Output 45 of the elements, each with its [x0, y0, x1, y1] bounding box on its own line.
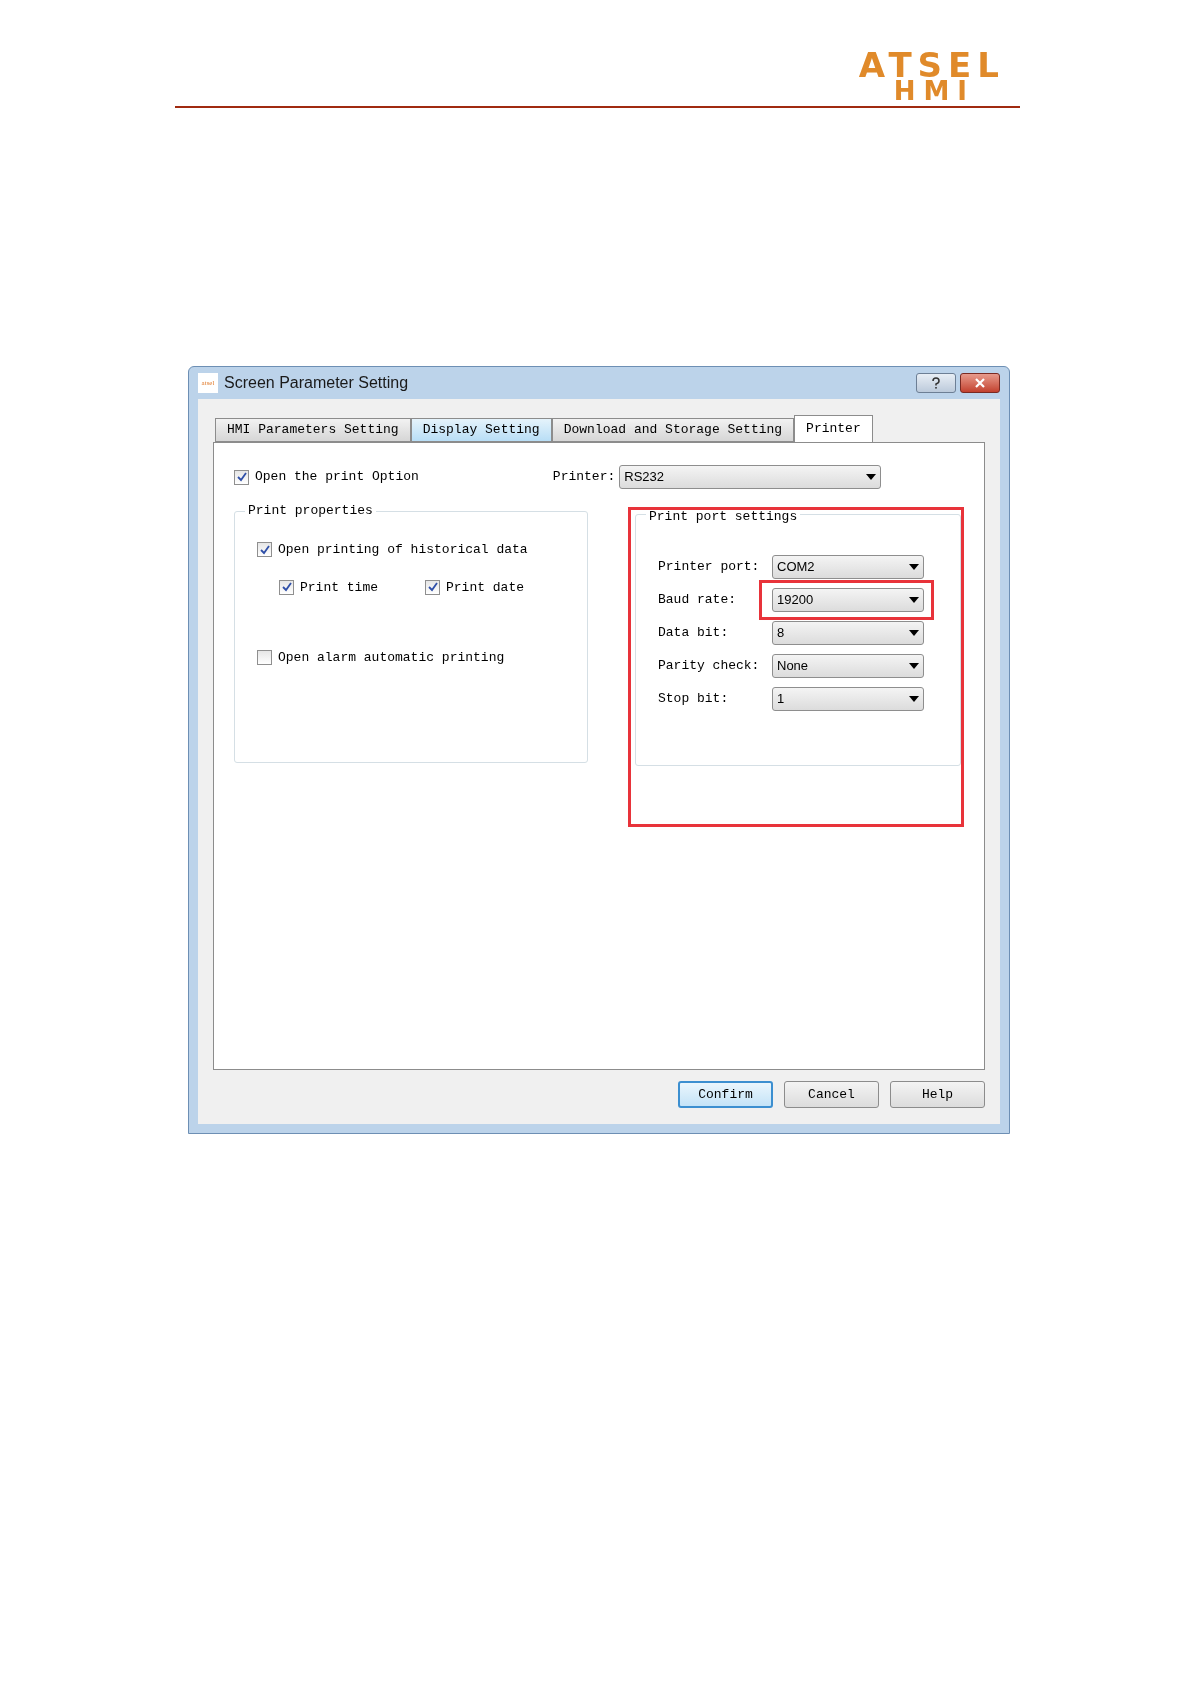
checkbox[interactable]	[257, 650, 272, 666]
group-title: Print port settings	[646, 510, 801, 524]
checkbox-label: Print time	[300, 578, 378, 597]
window-title: Screen Parameter Setting	[224, 373, 409, 393]
checkbox[interactable]	[425, 579, 440, 595]
field-label: Baud rate:	[658, 591, 737, 610]
close-icon[interactable]	[960, 373, 1000, 393]
setting-dropdown[interactable]: 19200	[772, 588, 924, 612]
checkbox-label: Print date	[446, 578, 525, 597]
check-icon	[236, 472, 247, 482]
checkbox[interactable]	[257, 542, 272, 558]
checkbox-label: Open alarm automatic printing	[278, 649, 505, 667]
field-label: Parity check:	[658, 657, 761, 676]
printer-label: Printer:	[552, 468, 616, 487]
help-icon[interactable]	[916, 373, 956, 393]
setting-dropdown[interactable]: 1	[772, 687, 924, 711]
dropdown-arrow-icon	[866, 474, 877, 480]
field-label: Data bit:	[658, 624, 730, 643]
checkbox-label: Open the print Option	[255, 468, 419, 487]
logo: ATSEL HMI	[858, 48, 1005, 104]
tab[interactable]: HMI Parameters Setting	[215, 418, 411, 442]
dropdown-arrow-icon	[909, 696, 919, 702]
checkbox[interactable]	[234, 469, 249, 485]
check-icon	[281, 582, 292, 593]
tab[interactable]: Download and Storage Setting	[551, 418, 795, 442]
dialog-button[interactable]: Cancel	[784, 1081, 879, 1108]
tab[interactable]: Display Setting	[410, 418, 552, 442]
checkbox[interactable]	[279, 579, 294, 595]
dialog-button[interactable]: Help	[890, 1081, 985, 1108]
dropdown-arrow-icon	[909, 564, 919, 570]
setting-dropdown[interactable]: 8	[772, 621, 924, 645]
setting-dropdown[interactable]: None	[772, 654, 924, 678]
checkbox-label: Open printing of historical data	[278, 541, 528, 559]
setting-dropdown[interactable]: COM2	[772, 555, 924, 579]
group-title: Print properties	[245, 502, 376, 520]
dropdown-arrow-icon	[909, 630, 919, 636]
tab[interactable]: Printer	[794, 415, 873, 443]
dropdown-arrow-icon	[909, 597, 919, 603]
dialog-button[interactable]: Confirm	[678, 1081, 773, 1108]
field-label: Printer port:	[658, 558, 761, 577]
printer-dropdown[interactable]: RS232	[619, 465, 882, 489]
check-icon	[259, 544, 270, 555]
dropdown-arrow-icon	[909, 663, 919, 669]
field-label: Stop bit:	[658, 690, 730, 709]
check-icon	[427, 582, 438, 593]
